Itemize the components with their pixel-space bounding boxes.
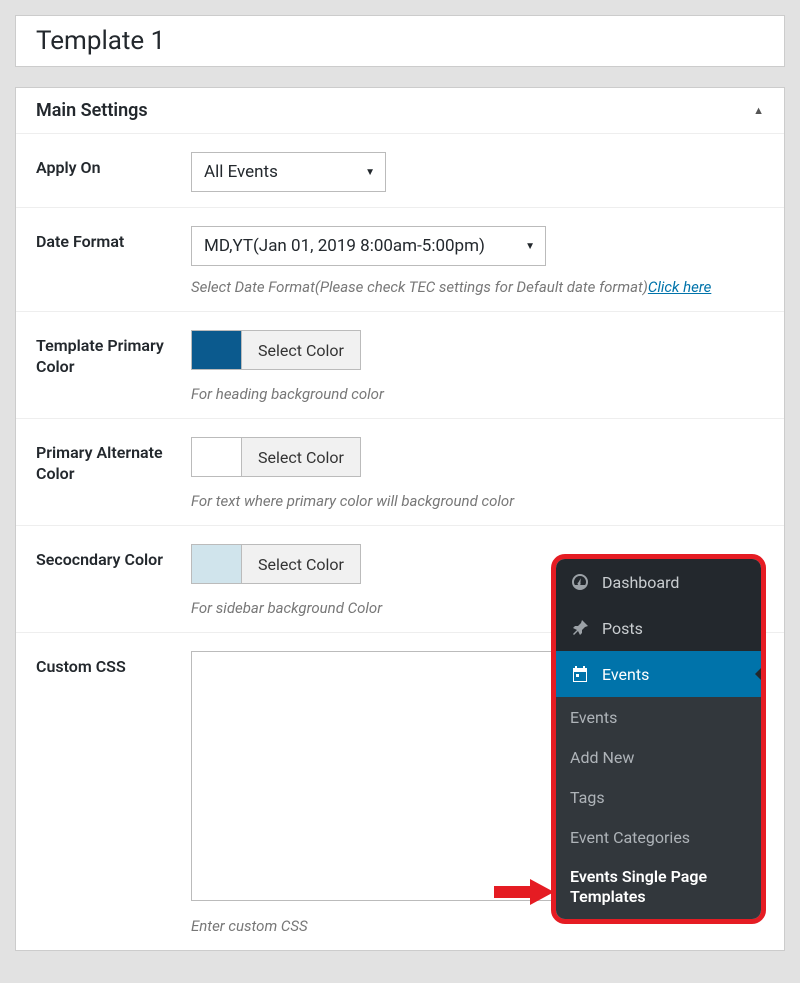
admin-menu-dashboard[interactable]: Dashboard xyxy=(556,559,761,605)
primary-color-picker[interactable]: Select Color xyxy=(191,330,361,370)
dashboard-icon xyxy=(570,572,590,592)
admin-menu-posts-label: Posts xyxy=(602,619,643,638)
admin-sub-tags[interactable]: Tags xyxy=(556,777,761,817)
secondary-color-swatch xyxy=(192,545,242,583)
admin-menu-events-label: Events xyxy=(602,665,649,684)
wp-admin-menu-overlay: Dashboard Posts Events Events Add New Ta… xyxy=(551,554,766,924)
date-format-select[interactable]: MD,YT(Jan 01, 2019 8:00am-5:00pm) ▼ xyxy=(191,226,546,266)
admin-sub-event-categories[interactable]: Event Categories xyxy=(556,817,761,857)
alternate-color-swatch xyxy=(192,438,242,476)
page-title: Template 1 xyxy=(36,26,764,56)
secondary-color-button[interactable]: Select Color xyxy=(242,545,360,583)
label-apply-on: Apply On xyxy=(36,152,191,179)
admin-sub-addnew[interactable]: Add New xyxy=(556,737,761,777)
label-primary-color: Template Primary Color xyxy=(36,330,191,378)
calendar-icon xyxy=(570,664,590,684)
alternate-color-hint: For text where primary color will backgr… xyxy=(191,492,764,510)
label-date-format: Date Format xyxy=(36,226,191,253)
label-custom-css: Custom CSS xyxy=(36,651,191,678)
secondary-color-picker[interactable]: Select Color xyxy=(191,544,361,584)
chevron-down-icon: ▼ xyxy=(525,241,535,252)
primary-color-button[interactable]: Select Color xyxy=(242,331,360,369)
primary-color-swatch xyxy=(192,331,242,369)
admin-menu-dashboard-label: Dashboard xyxy=(602,573,679,592)
apply-on-select[interactable]: All Events ▼ xyxy=(191,152,386,192)
collapse-caret-icon[interactable]: ▲ xyxy=(753,104,764,117)
admin-submenu-events: Events Add New Tags Event Categories Eve… xyxy=(556,697,761,919)
main-settings-panel: Main Settings ▲ Apply On All Events ▼ Da… xyxy=(15,87,785,951)
admin-menu-posts[interactable]: Posts xyxy=(556,605,761,651)
page-title-bar: Template 1 xyxy=(15,15,785,67)
field-alternate-color: Primary Alternate Color Select Color For… xyxy=(16,419,784,526)
panel-heading[interactable]: Main Settings ▲ xyxy=(16,88,784,134)
admin-sub-single-page-templates[interactable]: Events Single Page Templates xyxy=(556,857,761,919)
apply-on-value: All Events xyxy=(204,162,278,182)
panel-title: Main Settings xyxy=(36,100,148,121)
date-format-hint-link[interactable]: Click here xyxy=(648,278,711,296)
pin-icon xyxy=(570,618,590,638)
alternate-color-picker[interactable]: Select Color xyxy=(191,437,361,477)
admin-menu-events[interactable]: Events xyxy=(556,651,761,697)
admin-sub-events[interactable]: Events xyxy=(556,697,761,737)
field-primary-color: Template Primary Color Select Color For … xyxy=(16,312,784,419)
field-apply-on: Apply On All Events ▼ xyxy=(16,134,784,208)
chevron-down-icon: ▼ xyxy=(365,167,375,178)
field-date-format: Date Format MD,YT(Jan 01, 2019 8:00am-5:… xyxy=(16,208,784,312)
label-alternate-color: Primary Alternate Color xyxy=(36,437,191,485)
alternate-color-button[interactable]: Select Color xyxy=(242,438,360,476)
date-format-value: MD,YT(Jan 01, 2019 8:00am-5:00pm) xyxy=(204,236,485,256)
label-secondary-color: Secocndary Color xyxy=(36,544,191,571)
date-format-hint: Select Date Format(Please check TEC sett… xyxy=(191,278,764,296)
primary-color-hint: For heading background color xyxy=(191,385,764,403)
